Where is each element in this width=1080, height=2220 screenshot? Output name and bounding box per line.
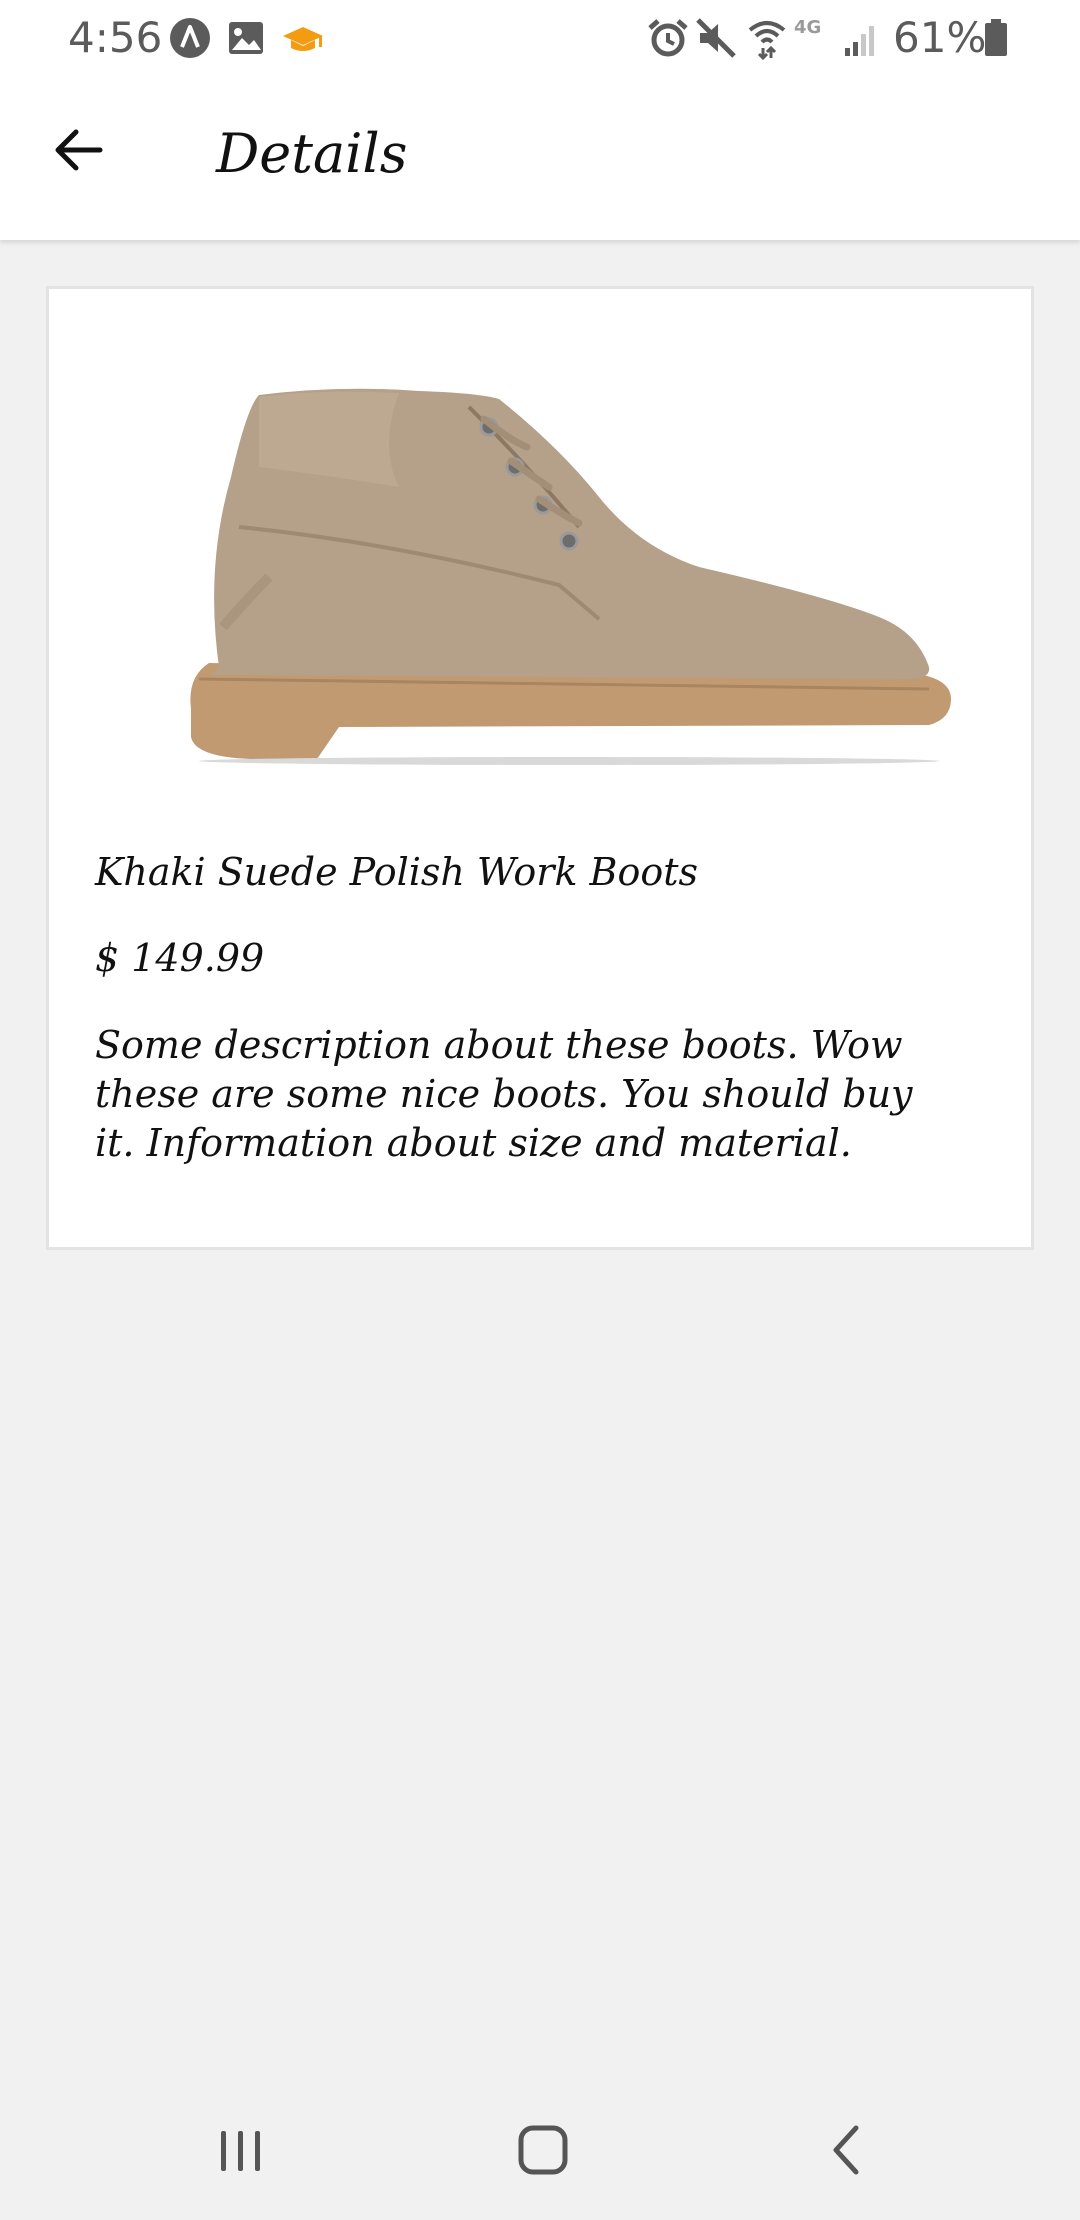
status-time: 4:56 bbox=[68, 13, 163, 62]
product-price: $ 149.99 bbox=[95, 936, 265, 980]
system-nav-bar bbox=[0, 2080, 1080, 2220]
app-bar: Details bbox=[0, 76, 1080, 240]
page-title: Details bbox=[216, 122, 408, 185]
nav-back-button[interactable] bbox=[786, 2104, 906, 2200]
autonomous-a-icon bbox=[168, 14, 212, 62]
product-card: Khaki Suede Polish Work Boots $ 149.99 S… bbox=[46, 286, 1034, 1250]
recents-button[interactable] bbox=[181, 2104, 301, 2200]
back-icon bbox=[826, 2122, 866, 2182]
network-type-label: 4G bbox=[794, 17, 822, 38]
recents-icon bbox=[216, 2122, 266, 2182]
alarm-icon bbox=[646, 14, 690, 62]
image-icon bbox=[226, 14, 266, 62]
battery-icon bbox=[982, 14, 1010, 62]
back-button[interactable] bbox=[36, 110, 120, 194]
battery-percent: 61% bbox=[893, 13, 987, 62]
graduation-cap-icon bbox=[280, 14, 326, 62]
wifi-calling-icon bbox=[746, 14, 788, 62]
home-button[interactable] bbox=[483, 2104, 603, 2200]
signal-icon bbox=[842, 14, 882, 62]
product-name: Khaki Suede Polish Work Boots bbox=[95, 850, 699, 894]
details-screen: 4:56 4G 61% Details Khaki Suede Polish W… bbox=[0, 0, 1080, 2220]
home-icon bbox=[515, 2122, 571, 2182]
product-description: Some description about these boots. Wow … bbox=[95, 1023, 913, 1165]
status-bar: 4:56 4G 61% bbox=[0, 0, 1080, 76]
product-image bbox=[139, 327, 959, 767]
arrow-back-icon bbox=[50, 122, 106, 182]
mute-icon bbox=[694, 14, 738, 62]
